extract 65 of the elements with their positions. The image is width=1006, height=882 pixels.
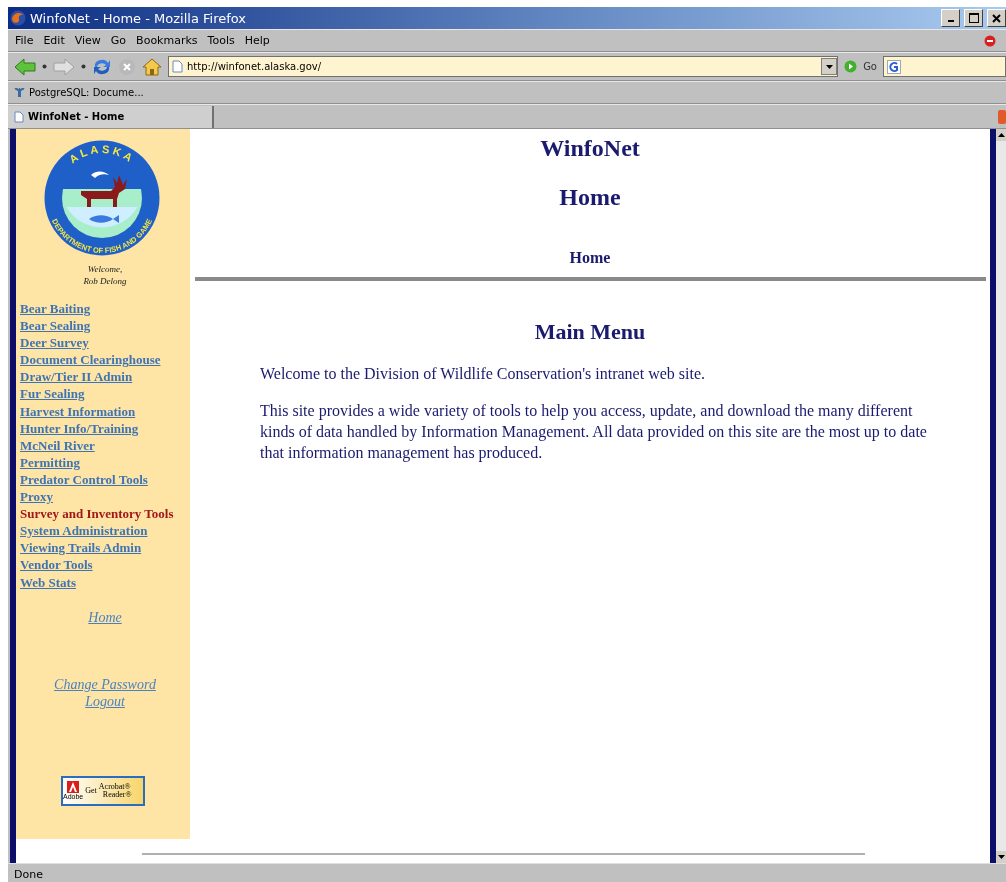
sidebar-link[interactable]: Web Stats bbox=[20, 573, 76, 591]
badge-get-text: Get bbox=[85, 786, 97, 796]
browser-tab[interactable]: WinfoNet - Home bbox=[8, 105, 214, 128]
close-button[interactable] bbox=[987, 9, 1006, 27]
scroll-down-icon[interactable] bbox=[997, 855, 1005, 859]
close-icon bbox=[992, 13, 1001, 23]
badge-product: Acrobat® bbox=[98, 782, 132, 791]
menu-item[interactable]: File bbox=[10, 34, 39, 47]
sidebar-link[interactable]: Survey and Inventory Tools bbox=[20, 505, 174, 523]
intro-paragraph: Welcome to the Division of Wildlife Conservation's intranet web site. bbox=[260, 364, 706, 384]
scroll-up-icon[interactable] bbox=[997, 133, 1005, 137]
sidebar-link[interactable]: McNeil River bbox=[20, 436, 95, 454]
browser-logo-icon bbox=[10, 10, 26, 26]
go-button[interactable]: Go bbox=[863, 61, 877, 72]
status-text: Done bbox=[14, 867, 43, 881]
window-title: WinfoNet - Home - Mozilla Firefox bbox=[30, 10, 248, 26]
sidebar-link[interactable]: System Administration bbox=[20, 522, 148, 540]
page-title: Home bbox=[558, 184, 622, 211]
sidebar-link[interactable]: Bear Sealing bbox=[20, 317, 91, 335]
badge-subproduct: Reader® bbox=[101, 790, 132, 799]
sidebar-link[interactable]: Fur Sealing bbox=[20, 385, 85, 403]
section-heading: Main Menu bbox=[533, 319, 647, 345]
breadcrumb-text: Home bbox=[568, 249, 612, 267]
site-title: WinfoNet bbox=[539, 135, 641, 162]
home-button[interactable] bbox=[142, 57, 162, 76]
home-link[interactable]: Home bbox=[88, 608, 122, 626]
sidebar-link[interactable]: Draw/Tier II Admin bbox=[20, 368, 133, 386]
seal-title: ALASKA bbox=[66, 142, 138, 166]
page-icon bbox=[172, 60, 183, 73]
caret-icon bbox=[825, 64, 833, 69]
minimize-button[interactable] bbox=[941, 9, 960, 27]
bookmark-link[interactable]: PostgreSQL: Docume... bbox=[14, 87, 144, 98]
minimize-icon bbox=[947, 20, 954, 22]
account-link[interactable]: Change Password bbox=[54, 675, 156, 693]
search-engine-icon[interactable] bbox=[887, 59, 901, 74]
sidebar-link[interactable]: Document Clearinghouse bbox=[20, 351, 161, 369]
stop-sign-icon bbox=[984, 34, 996, 47]
menu-item[interactable]: Go bbox=[105, 34, 132, 47]
page-icon bbox=[14, 110, 24, 123]
reload-button[interactable] bbox=[92, 57, 112, 76]
menu-item[interactable]: Edit bbox=[38, 34, 70, 47]
sidebar-link[interactable]: Hunter Info/Training bbox=[20, 419, 139, 437]
sidebar-link[interactable]: Bear Baiting bbox=[20, 300, 91, 318]
menu-item[interactable]: Bookmarks bbox=[131, 34, 203, 47]
sidebar-link[interactable]: Viewing Trails Admin bbox=[20, 539, 142, 557]
welcome-text: Welcome, Rob Delong bbox=[82, 263, 128, 287]
menu-item[interactable]: View bbox=[69, 34, 106, 47]
search-field[interactable] bbox=[883, 56, 1006, 77]
adobe-logo-icon bbox=[67, 780, 80, 793]
sidebar-link[interactable]: Harvest Information bbox=[20, 402, 136, 420]
vertical-scrollbar[interactable] bbox=[996, 129, 1006, 863]
maximize-button[interactable] bbox=[964, 9, 983, 27]
intro-paragraph: This site provides a wide variety of tools to help you access, update, and download the many different kinds of data handled by Information Management. All data provided on this site are the most up to date that information management has produced. bbox=[260, 401, 928, 463]
sidebar-link[interactable]: Permitting bbox=[20, 453, 80, 471]
bookmark-favicon-icon bbox=[14, 87, 25, 98]
menu-item[interactable]: Help bbox=[239, 34, 275, 47]
menu-item[interactable]: Tools bbox=[202, 34, 240, 47]
sidebar-link[interactable]: Proxy bbox=[20, 488, 53, 506]
sidebar-link[interactable]: Vendor Tools bbox=[20, 556, 93, 574]
sidebar-link[interactable]: Predator Control Tools bbox=[20, 470, 148, 489]
sidebar-link[interactable]: Deer Survey bbox=[20, 334, 89, 352]
history-dropdown-button[interactable] bbox=[821, 58, 838, 75]
maximize-icon bbox=[968, 13, 979, 23]
account-link[interactable]: Logout bbox=[85, 692, 125, 710]
address-field[interactable]: http://winfonet.alaska.gov/ bbox=[168, 56, 839, 77]
